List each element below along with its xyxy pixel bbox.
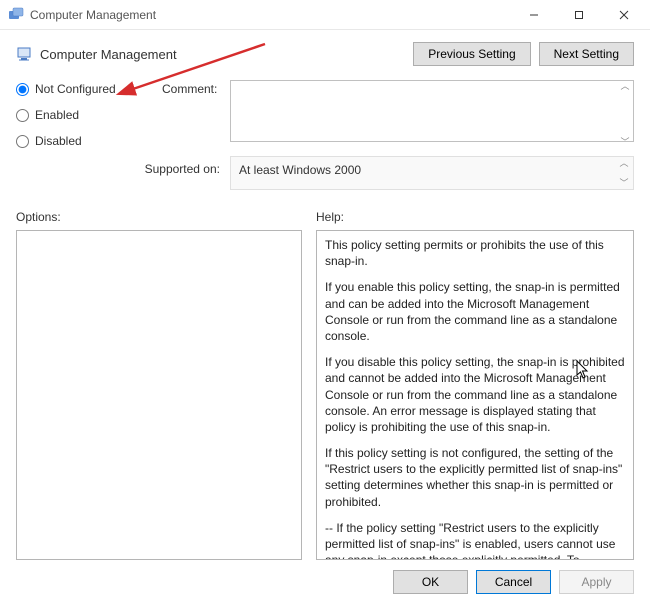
options-panel: Options:: [16, 210, 302, 560]
settings-grid: Not Configured Enabled Disabled Comment:…: [16, 80, 634, 148]
help-box: This policy setting permits or prohibits…: [316, 230, 634, 560]
previous-setting-button[interactable]: Previous Setting: [413, 42, 530, 66]
help-paragraph: If you disable this policy setting, the …: [325, 354, 625, 435]
apply-button[interactable]: Apply: [559, 570, 634, 594]
maximize-button[interactable]: [556, 1, 601, 29]
state-radio-group: Not Configured Enabled Disabled: [16, 80, 156, 148]
radio-disabled[interactable]: Disabled: [16, 134, 156, 148]
radio-not-configured-input[interactable]: [16, 83, 29, 96]
comment-label: Comment:: [162, 80, 224, 148]
app-icon: [8, 7, 24, 23]
next-setting-button[interactable]: Next Setting: [539, 42, 634, 66]
comment-input[interactable]: [230, 80, 634, 142]
supported-scrollbar: ︿﹀: [616, 158, 632, 188]
options-label: Options:: [16, 210, 302, 224]
nav-buttons: Previous Setting Next Setting: [413, 42, 634, 66]
radio-enabled[interactable]: Enabled: [16, 108, 156, 122]
panels: Options: Help: This policy setting permi…: [16, 210, 634, 560]
radio-label: Disabled: [35, 134, 82, 148]
content-area: Computer Management Previous Setting Nex…: [0, 30, 650, 560]
options-box: [16, 230, 302, 560]
supported-on-text: At least Windows 2000: [239, 163, 361, 177]
supported-on-value: At least Windows 2000 ︿﹀: [230, 156, 634, 190]
policy-title: Computer Management: [40, 47, 177, 62]
window-title: Computer Management: [30, 8, 511, 22]
ok-button[interactable]: OK: [393, 570, 468, 594]
dialog-footer: OK Cancel Apply: [393, 570, 634, 594]
window-controls: [511, 1, 646, 29]
help-paragraph: -- If the policy setting "Restrict users…: [325, 520, 625, 559]
titlebar: Computer Management: [0, 0, 650, 30]
help-panel: Help: This policy setting permits or pro…: [316, 210, 634, 560]
radio-enabled-input[interactable]: [16, 109, 29, 122]
supported-row: Supported on: At least Windows 2000 ︿﹀: [16, 156, 634, 190]
help-paragraph: If you enable this policy setting, the s…: [325, 279, 625, 344]
close-button[interactable]: [601, 1, 646, 29]
supported-on-label: Supported on:: [16, 156, 224, 190]
policy-icon: [16, 46, 32, 62]
comment-wrapper: ︿﹀: [230, 80, 634, 148]
help-text-area[interactable]: This policy setting permits or prohibits…: [317, 231, 633, 559]
cancel-button[interactable]: Cancel: [476, 570, 551, 594]
radio-disabled-input[interactable]: [16, 135, 29, 148]
help-paragraph: This policy setting permits or prohibits…: [325, 237, 625, 269]
help-paragraph: If this policy setting is not configured…: [325, 445, 625, 510]
policy-header: Computer Management Previous Setting Nex…: [16, 42, 634, 66]
help-label: Help:: [316, 210, 634, 224]
radio-label: Not Configured: [35, 82, 116, 96]
radio-label: Enabled: [35, 108, 79, 122]
minimize-button[interactable]: [511, 1, 556, 29]
radio-not-configured[interactable]: Not Configured: [16, 82, 156, 96]
